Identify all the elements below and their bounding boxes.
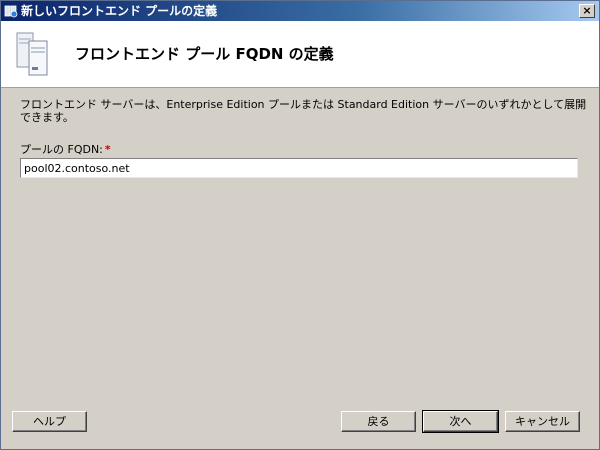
next-button[interactable]: 次へ	[422, 410, 499, 433]
app-icon	[4, 5, 18, 18]
fqdn-label: プールの FQDN: *	[20, 141, 111, 157]
cancel-button[interactable]: キャンセル	[505, 411, 580, 432]
page-title: フロントエンド プール FQDN の定義	[75, 45, 334, 63]
help-button[interactable]: ヘルプ	[12, 411, 87, 432]
close-icon: ×	[582, 4, 592, 17]
fqdn-input[interactable]	[20, 158, 578, 178]
dialog-window: 新しいフロントエンド プールの定義 × フロントエンド プール FQDN の定義…	[0, 0, 600, 450]
server-stack-icon	[16, 32, 48, 76]
page-header: フロントエンド プール FQDN の定義	[1, 21, 599, 88]
back-button[interactable]: 戻る	[341, 411, 416, 432]
main-content: フロントエンド サーバーは、Enterprise Edition プールまたは …	[1, 88, 599, 449]
description-text: フロントエンド サーバーは、Enterprise Edition プールまたは …	[20, 98, 587, 124]
window-title: 新しいフロントエンド プールの定義	[21, 4, 218, 18]
title-bar[interactable]: 新しいフロントエンド プールの定義 ×	[1, 1, 599, 21]
close-button[interactable]: ×	[579, 4, 595, 18]
fqdn-label-text: プールの FQDN:	[20, 143, 103, 156]
required-marker: *	[104, 143, 111, 156]
